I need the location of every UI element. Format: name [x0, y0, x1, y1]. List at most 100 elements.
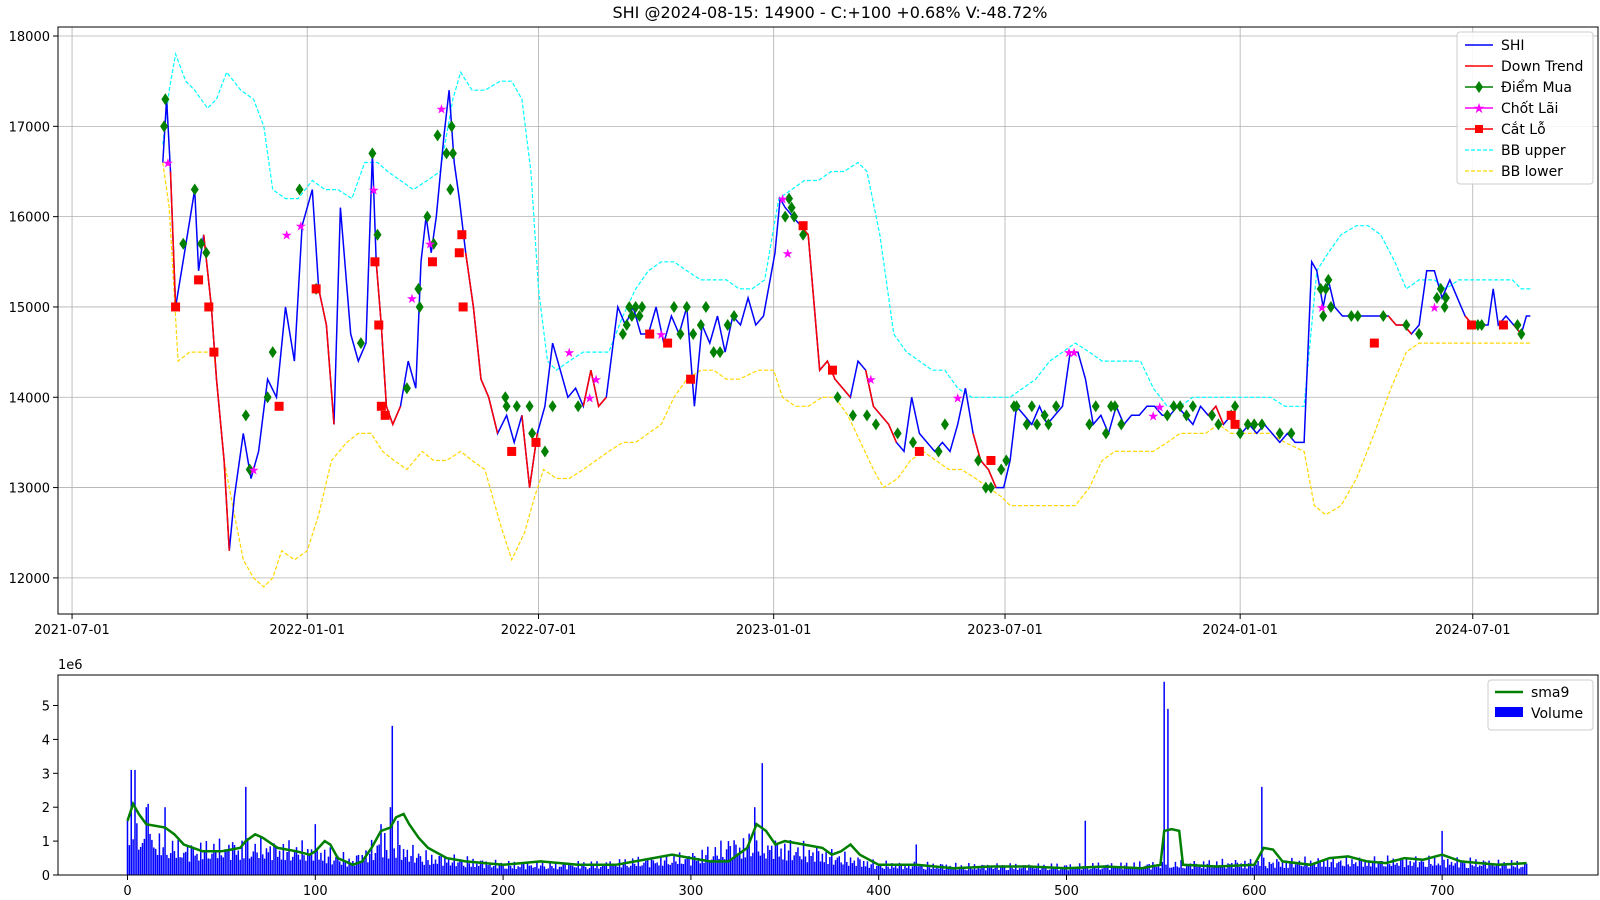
volume-bar [1315, 866, 1318, 875]
volume-bar [1013, 869, 1015, 875]
volume-bar [194, 855, 196, 875]
volume-bar [804, 856, 807, 875]
volume-bar [917, 866, 919, 875]
volume-bar [622, 863, 625, 875]
volume-bar [646, 859, 649, 875]
volume-bar [350, 864, 352, 875]
volume-bar [220, 855, 223, 875]
volume-tick-label-x-6: 600 [1242, 884, 1267, 899]
marker-chot-lai-17: ★ [1068, 346, 1080, 361]
marker-chot-lai-21: ★ [1429, 301, 1441, 316]
volume-bar [671, 862, 673, 875]
volume-bar [1086, 868, 1088, 875]
volume-bar [523, 862, 525, 875]
volume-bar [620, 867, 623, 875]
marker-chot-lai-10: ★ [590, 373, 602, 388]
volume-bar [1287, 867, 1289, 875]
volume-bar [746, 845, 748, 875]
volume-bar [881, 867, 884, 875]
volume-bar [1430, 864, 1432, 875]
volume-tick-label-x-4: 400 [866, 884, 891, 899]
volume-bar [464, 867, 467, 875]
volume-bar [607, 868, 610, 875]
volume-bar [1283, 867, 1286, 875]
marker-cat-lo-7 [374, 320, 384, 330]
volume-bar [1172, 866, 1175, 875]
marker-cat-lo-1 [194, 275, 204, 285]
volume-bar [684, 859, 687, 875]
volume-bar [156, 854, 159, 875]
marker-cat-lo-10 [427, 257, 437, 267]
volume-bar [930, 869, 933, 875]
volume-bar [778, 856, 780, 875]
volume-bar [322, 860, 324, 875]
volume-bar [789, 840, 792, 875]
volume-bar [892, 867, 895, 875]
marker-chot-lai-19: ★ [1154, 400, 1166, 415]
volume-bar [1300, 865, 1303, 875]
volume-bar [357, 854, 360, 875]
volume-bar [256, 852, 258, 875]
volume-bar [276, 856, 279, 875]
volume-bar [870, 864, 872, 875]
volume-tick-label-x-2: 200 [491, 884, 516, 899]
marker-cat-lo-19 [798, 221, 808, 231]
volume-bar [1445, 867, 1447, 875]
volume-bar [151, 839, 153, 875]
volume-bar [742, 838, 745, 875]
volume-bar [434, 859, 437, 875]
volume-bar [188, 861, 191, 875]
volume-bar [560, 866, 563, 875]
volume-bar [752, 852, 754, 875]
volume-bar [273, 843, 275, 875]
marker-cat-lo-16 [645, 329, 655, 339]
volume-bar [810, 856, 812, 875]
volume-bar [639, 866, 641, 875]
volume-bar [1343, 866, 1346, 875]
volume-bar [372, 860, 375, 875]
volume-bar [461, 861, 463, 875]
volume-tick-label-y-2: 2 [42, 801, 50, 816]
volume-bar [421, 861, 424, 875]
marker-cat-lo-9 [380, 410, 390, 420]
volume-bar [645, 860, 647, 875]
volume-bar [1110, 863, 1113, 875]
volume-bar [173, 851, 176, 875]
volume-bar [921, 865, 923, 875]
volume-bar [468, 863, 471, 875]
volume-bar [224, 849, 226, 875]
volume-bar [1238, 866, 1241, 875]
volume-bar [973, 864, 976, 875]
volume-bar [797, 847, 799, 875]
volume-bar [183, 852, 185, 875]
volume-tick-label-y-1: 1 [42, 835, 50, 850]
volume-bar [633, 863, 636, 875]
volume-bar [1356, 866, 1359, 875]
chart-figure: SHI @2024-08-15: 14900 - C:+100 +0.68% V… [0, 0, 1600, 900]
volume-bar [812, 852, 814, 875]
volume-bar [708, 860, 711, 875]
volume-bar [594, 868, 596, 875]
volume-bar [1054, 869, 1056, 875]
marker-chot-lai-15: ★ [952, 391, 964, 406]
volume-bar [849, 857, 852, 875]
volume-bar [496, 868, 499, 875]
volume-bar [477, 865, 480, 875]
volume-bar [1360, 859, 1363, 875]
volume-bar [701, 849, 703, 875]
volume-bar [1251, 867, 1254, 875]
volume-bar [795, 851, 797, 875]
volume-bar [1169, 867, 1171, 875]
volume-bar [1518, 868, 1520, 875]
volume-bar [665, 854, 668, 875]
volume-tick-label-y-4: 4 [42, 733, 50, 748]
volume-bar [1465, 867, 1468, 875]
price-tick-label-y-1: 13000 [9, 482, 50, 497]
volume-bar [1140, 868, 1143, 875]
legend-label-bb-upper: BB upper [1501, 143, 1566, 159]
volume-bar [494, 859, 497, 875]
volume-bar [1093, 867, 1096, 875]
volume-bar [840, 862, 842, 875]
volume-bar [1223, 866, 1226, 875]
volume-bar [209, 858, 211, 875]
